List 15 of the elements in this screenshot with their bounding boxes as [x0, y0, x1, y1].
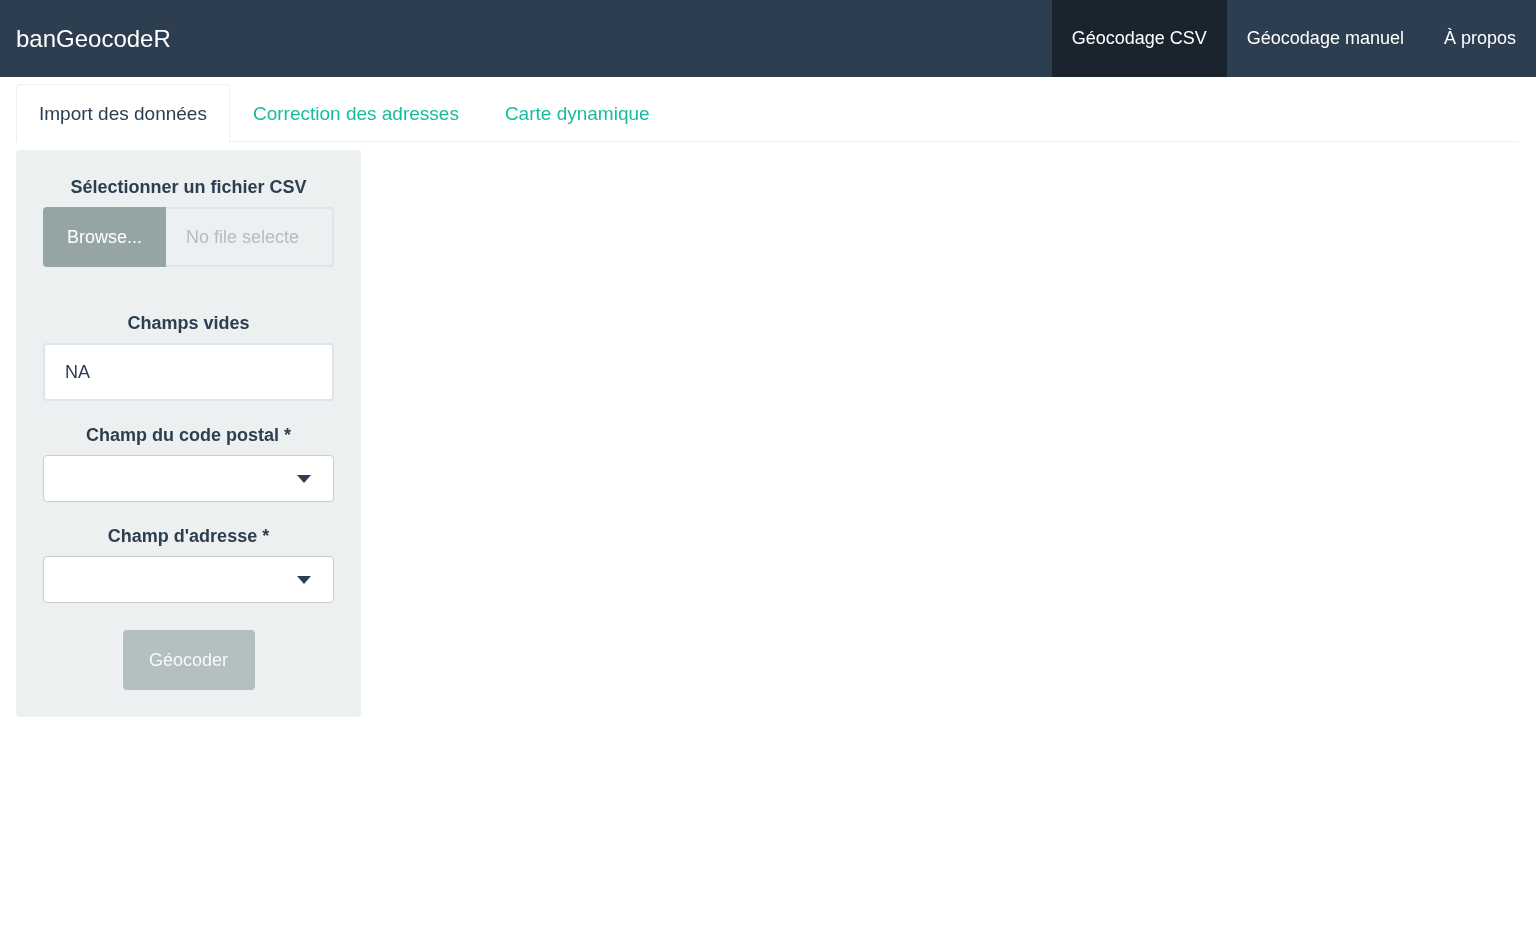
caret-icon — [297, 575, 311, 584]
brand-title: banGeocodeR — [15, 24, 172, 53]
text-field[interactable]: NA — [43, 343, 334, 401]
nav-item[interactable]: Géocodage CSV — [1051, 0, 1227, 77]
tab[interactable]: Import des données — [16, 84, 230, 142]
select-field[interactable] — [43, 455, 334, 502]
caret-icon — [297, 474, 311, 483]
field-label: Sélectionner un fichier CSV — [69, 177, 308, 198]
select-field[interactable] — [43, 556, 334, 603]
nav-item[interactable]: À propos — [1423, 0, 1536, 77]
file-name-field[interactable]: No file selecte — [166, 207, 334, 267]
field-label: Champ du code postal * — [85, 425, 292, 446]
nav-item[interactable]: Géocodage manuel — [1226, 0, 1424, 77]
field-label: Champ d'adresse * — [106, 526, 271, 547]
field-label: Champs vides — [126, 313, 251, 334]
